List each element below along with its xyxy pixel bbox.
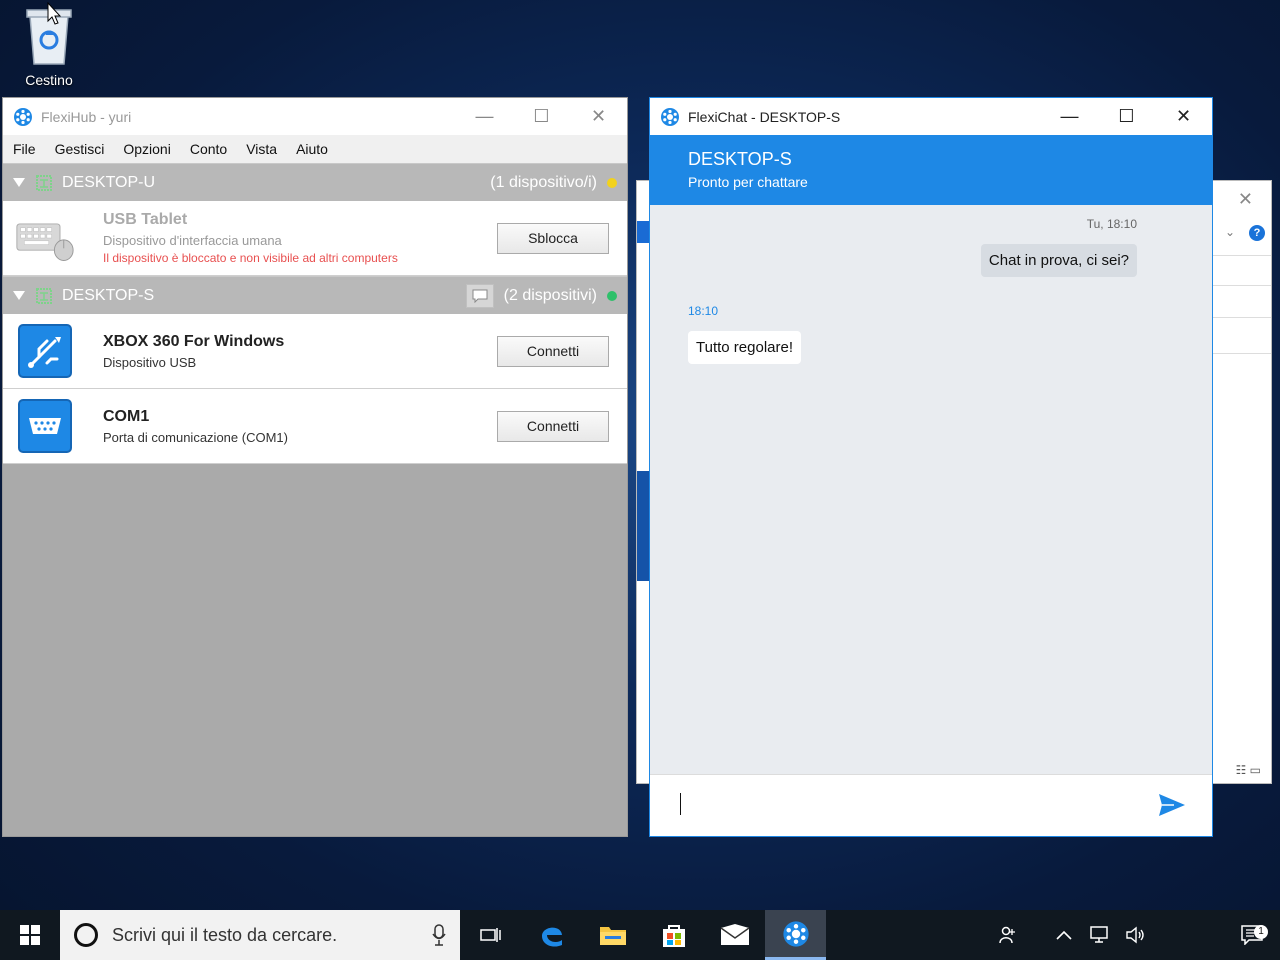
edge-icon (541, 927, 562, 947)
minimize-icon[interactable]: — (1041, 98, 1098, 135)
network-icon[interactable] (1082, 925, 1118, 945)
group-name: DESKTOP-S (62, 286, 155, 304)
usb-icon (15, 321, 75, 381)
chat-header: DESKTOP-S Pronto per chattare (650, 135, 1212, 205)
divider (1211, 317, 1271, 318)
close-icon[interactable]: ✕ (1238, 189, 1253, 210)
device-type: Porta di comunicazione (COM1) (103, 429, 288, 445)
message-incoming: Tutto regolare! (688, 331, 801, 364)
divider (1211, 353, 1271, 354)
task-view-button[interactable] (460, 910, 521, 960)
group-desktop-u[interactable]: DESKTOP-U (1 dispositivo/i) (3, 163, 627, 201)
notification-badge: 1 (1254, 925, 1268, 939)
chat-contact-status: Pronto per chattare (688, 174, 808, 190)
menu-aiuto[interactable]: Aiuto (296, 141, 328, 157)
divider (1211, 285, 1271, 286)
view-toggle-icon[interactable]: ☷ ▭ (1236, 763, 1261, 777)
start-button[interactable] (0, 910, 60, 960)
menu-opzioni[interactable]: Opzioni (123, 141, 170, 157)
chevron-down-icon[interactable]: ⌄ (1225, 225, 1235, 239)
recycle-bin-label: Cestino (25, 72, 73, 88)
chevron-up-icon[interactable] (1046, 930, 1082, 940)
notification-center-button[interactable]: 1 (1224, 925, 1280, 945)
device-row-usb-tablet[interactable]: USB Tablet Dispositivo d'interfaccia uma… (3, 201, 627, 276)
chat-contact-name: DESKTOP-S (688, 149, 792, 169)
window-title: FlexiChat - DESKTOP-S (688, 108, 841, 125)
collapse-icon[interactable] (13, 291, 25, 300)
search-placeholder: Scrivi qui il testo da cercare. (112, 924, 338, 945)
taskbar-edge[interactable] (521, 910, 582, 960)
keyboard-mouse-icon (15, 208, 75, 268)
menu-file[interactable]: File (13, 141, 36, 157)
device-type: Dispositivo d'interfaccia umana (103, 233, 282, 248)
message-input[interactable] (650, 774, 1212, 836)
chat-bubble-icon[interactable] (465, 283, 494, 308)
device-type: Dispositivo USB (103, 354, 197, 370)
taskbar: Scrivi qui il testo da cercare. 1 (0, 910, 1280, 960)
maximize-icon[interactable]: ☐ (513, 98, 570, 135)
windows-logo-icon (20, 925, 40, 945)
task-view-icon (479, 928, 501, 942)
menu-vista[interactable]: Vista (246, 141, 277, 157)
status-dot (607, 177, 617, 188)
device-name: USB Tablet (103, 211, 188, 228)
volume-icon[interactable] (1118, 926, 1154, 944)
message-time: 18:10 (688, 304, 719, 318)
minimize-icon[interactable]: — (456, 98, 513, 135)
device-row-xbox[interactable]: XBOX 360 For Windows Dispositivo USB Con… (3, 314, 627, 389)
close-icon[interactable]: ✕ (570, 98, 627, 135)
menu-conto[interactable]: Conto (190, 141, 227, 157)
device-warning: Il dispositivo è bloccato e non visibile… (103, 251, 398, 265)
mail-icon (720, 924, 749, 945)
cortana-icon[interactable] (74, 923, 98, 947)
window-title: FlexiHub - yuri (41, 108, 132, 125)
send-icon[interactable] (1158, 793, 1186, 817)
taskbar-mail[interactable] (704, 910, 765, 960)
status-dot (607, 290, 617, 301)
device-name: XBOX 360 For Windows (103, 332, 285, 350)
taskbar-file-explorer[interactable] (582, 910, 643, 960)
device-name: COM1 (103, 407, 150, 425)
message-outgoing: Chat in prova, ci sei? (980, 244, 1137, 277)
flexihub-window[interactable]: FlexiHub - yuri — ☐ ✕ File Gestisci Opzi… (2, 97, 628, 837)
taskbar-flexihub[interactable] (765, 910, 826, 960)
device-row-com1[interactable]: COM1 Porta di comunicazione (COM1) Conne… (3, 389, 627, 464)
maximize-icon[interactable]: ☐ (1098, 98, 1155, 135)
group-desktop-s[interactable]: DESKTOP-S (2 dispositivi) (3, 276, 627, 314)
taskbar-store[interactable] (643, 910, 704, 960)
menu-gestisci[interactable]: Gestisci (55, 141, 105, 157)
text-caret (680, 793, 681, 815)
serial-port-icon (15, 396, 75, 456)
connect-button[interactable]: Connetti (497, 335, 609, 367)
message-time: Tu, 18:10 (1086, 217, 1137, 231)
flexichat-titlebar[interactable]: FlexiChat - DESKTOP-S — ☐ ✕ (650, 98, 1212, 135)
taskbar-search[interactable]: Scrivi qui il testo da cercare. (60, 910, 460, 960)
store-bag-icon (662, 925, 685, 947)
device-count: (1 dispositivo/i) (490, 173, 597, 191)
connect-button[interactable]: Connetti (497, 410, 609, 442)
flexihub-titlebar[interactable]: FlexiHub - yuri — ☐ ✕ (3, 98, 627, 135)
flexichat-window[interactable]: FlexiChat - DESKTOP-S — ☐ ✕ DESKTOP-S Pr… (649, 97, 1213, 837)
mouse-cursor-icon (47, 2, 62, 25)
flexichat-logo-icon (661, 107, 679, 126)
collapse-icon[interactable] (13, 178, 25, 187)
help-icon[interactable]: ? (1249, 225, 1265, 241)
folder-icon (599, 927, 626, 945)
group-name: DESKTOP-U (62, 173, 156, 191)
people-icon[interactable] (990, 925, 1026, 945)
microphone-icon[interactable] (432, 924, 446, 946)
close-icon[interactable]: ✕ (1155, 98, 1212, 135)
unlock-button[interactable]: Sblocca (497, 222, 609, 254)
flexihub-logo-icon (14, 107, 32, 126)
network-computer-icon (36, 174, 52, 191)
menu-bar: File Gestisci Opzioni Conto Vista Aiuto (3, 135, 627, 163)
network-computer-icon (36, 287, 52, 304)
divider (1211, 255, 1271, 256)
system-tray: 1 (990, 910, 1280, 960)
device-count: (2 dispositivi) (503, 286, 597, 304)
flexihub-logo-icon (782, 920, 809, 947)
